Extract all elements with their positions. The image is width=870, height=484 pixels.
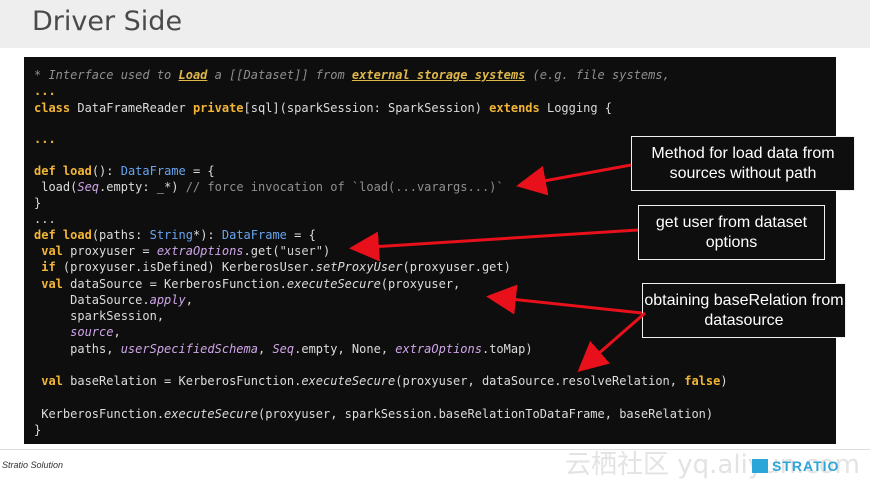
arrow-to-datasource <box>486 284 643 315</box>
footer-label: Stratio Solution <box>2 460 64 470</box>
annotation-arrows <box>349 163 646 372</box>
arrow-to-proxyuser <box>349 228 639 262</box>
stratio-logo-text: STRATIO <box>772 458 840 474</box>
stratio-logo: STRATIO <box>752 458 839 474</box>
arrow-to-baserelation <box>577 311 646 372</box>
arrow-to-load-no-path <box>516 163 632 196</box>
stratio-logo-icon <box>752 459 768 473</box>
